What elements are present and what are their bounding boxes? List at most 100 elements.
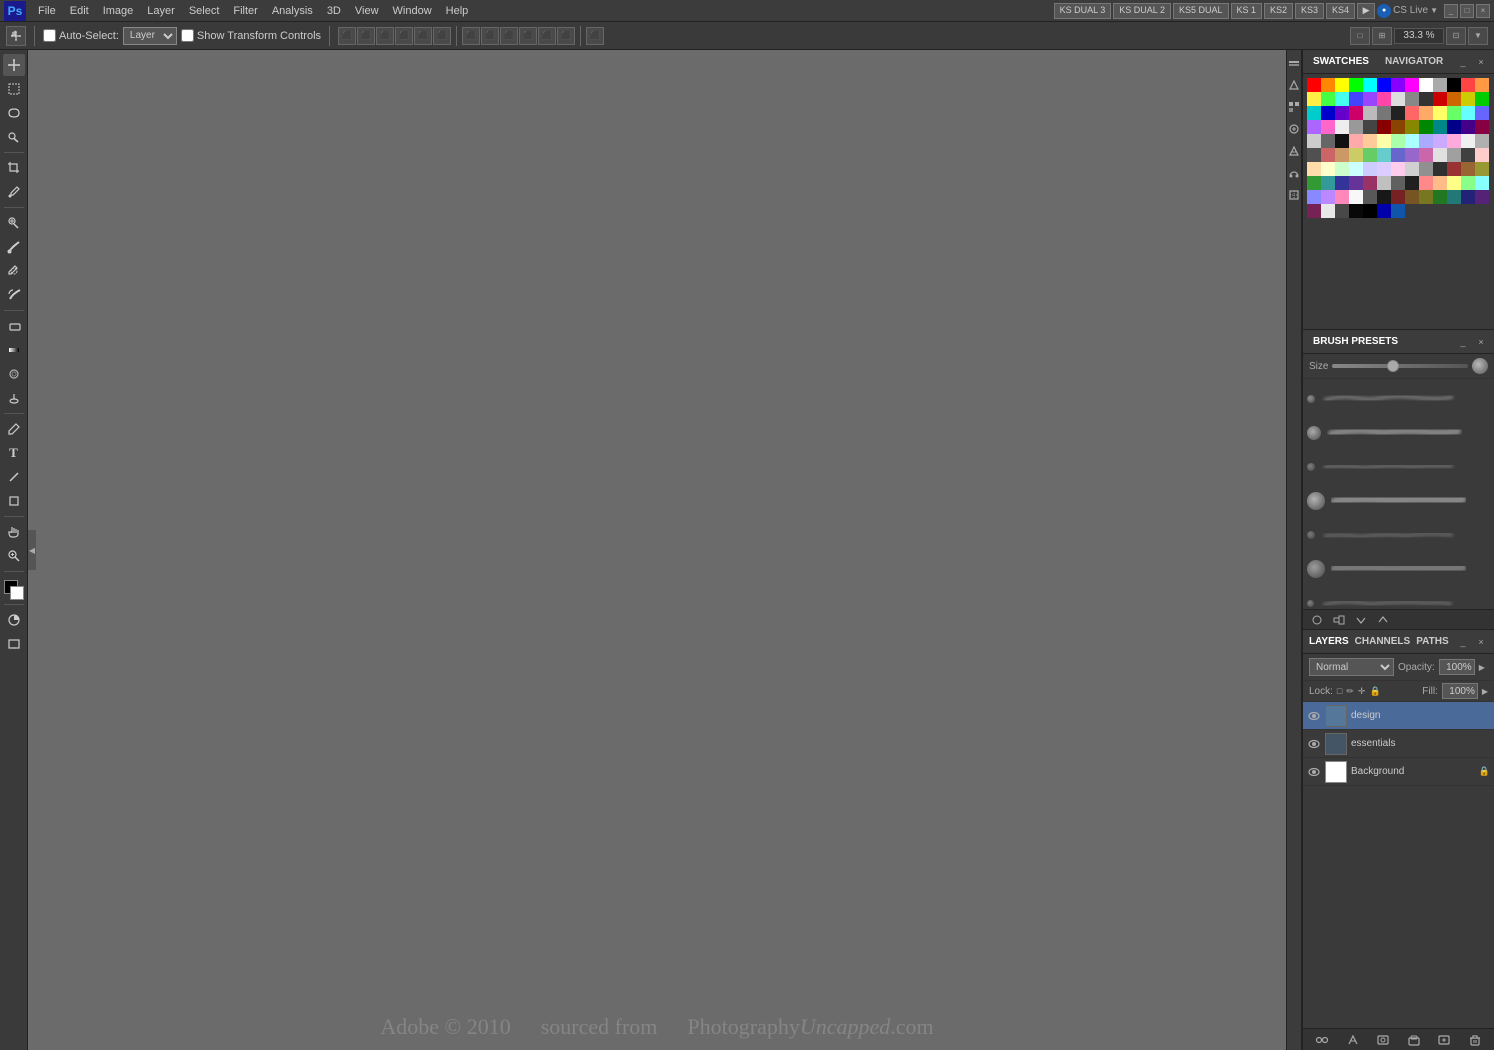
color-swatch[interactable] <box>1349 78 1363 92</box>
layers-foot-group[interactable] <box>1405 1031 1423 1049</box>
color-swatch[interactable] <box>1363 120 1377 134</box>
workspace-btn-ks3[interactable]: KS3 <box>1295 3 1324 19</box>
color-swatch[interactable] <box>1307 204 1321 218</box>
tool-marquee[interactable] <box>3 78 25 100</box>
menu-analysis[interactable]: Analysis <box>266 3 319 19</box>
color-swatch[interactable] <box>1447 176 1461 190</box>
color-swatch[interactable] <box>1447 134 1461 148</box>
layer-item[interactable]: essentials <box>1303 730 1494 758</box>
color-swatch[interactable] <box>1447 162 1461 176</box>
tool-gradient[interactable] <box>3 339 25 361</box>
color-swatch[interactable] <box>1335 204 1349 218</box>
color-swatch[interactable] <box>1335 78 1349 92</box>
color-swatch[interactable] <box>1335 162 1349 176</box>
workspace-btn-ksdual3[interactable]: KS DUAL 3 <box>1054 3 1112 19</box>
color-swatch[interactable] <box>1461 148 1475 162</box>
color-swatch[interactable] <box>1419 162 1433 176</box>
color-swatch[interactable] <box>1321 176 1335 190</box>
layers-foot-fx[interactable] <box>1344 1031 1362 1049</box>
color-swatch[interactable] <box>1475 148 1489 162</box>
tool-text[interactable]: T <box>3 442 25 464</box>
layers-minimize[interactable]: _ <box>1456 635 1470 649</box>
color-swatch[interactable] <box>1377 120 1391 134</box>
color-swatch[interactable] <box>1419 190 1433 204</box>
color-swatch[interactable] <box>1363 190 1377 204</box>
align-center-v-btn[interactable]: ⬛ <box>414 27 432 45</box>
color-swatch[interactable] <box>1335 92 1349 106</box>
color-swatch[interactable] <box>1419 134 1433 148</box>
brush-size-thumb[interactable] <box>1387 360 1399 372</box>
color-swatch[interactable] <box>1391 190 1405 204</box>
right-icon-1[interactable] <box>1285 54 1303 72</box>
menu-file[interactable]: File <box>32 3 62 19</box>
color-swatch[interactable] <box>1391 134 1405 148</box>
tool-move[interactable] <box>3 54 25 76</box>
color-swatch[interactable] <box>1377 176 1391 190</box>
lock-move-icon[interactable]: ✛ <box>1358 686 1366 697</box>
color-swatch[interactable] <box>1307 190 1321 204</box>
layers-close[interactable]: × <box>1474 635 1488 649</box>
color-swatch[interactable] <box>1405 78 1419 92</box>
color-swatch[interactable] <box>1447 92 1461 106</box>
brush-footer-icon4[interactable] <box>1375 612 1391 628</box>
color-swatch[interactable] <box>1475 92 1489 106</box>
right-icon-3[interactable] <box>1285 98 1303 116</box>
color-swatch[interactable] <box>1461 134 1475 148</box>
snap-btn[interactable]: ⊡ <box>1446 27 1466 45</box>
workspace-more-btn[interactable]: ▶ <box>1357 3 1375 19</box>
brush-footer-icon3[interactable] <box>1353 612 1369 628</box>
color-swatch[interactable] <box>1349 190 1363 204</box>
color-swatch[interactable] <box>1391 162 1405 176</box>
color-swatch[interactable] <box>1433 78 1447 92</box>
color-swatch[interactable] <box>1377 106 1391 120</box>
color-swatch[interactable] <box>1447 78 1461 92</box>
color-swatch[interactable] <box>1461 78 1475 92</box>
tab-layers[interactable]: LAYERS <box>1309 636 1349 647</box>
image-mode-btn[interactable]: □ <box>1350 27 1370 45</box>
distribute-top-btn[interactable]: ⬛ <box>519 27 537 45</box>
tool-lasso[interactable] <box>3 102 25 124</box>
color-swatch[interactable] <box>1363 92 1377 106</box>
color-swatch[interactable] <box>1419 176 1433 190</box>
distribute-left-btn[interactable]: ⬛ <box>462 27 480 45</box>
distribute-center-v-btn[interactable]: ⬛ <box>538 27 556 45</box>
color-swatch[interactable] <box>1335 190 1349 204</box>
tool-dodge[interactable] <box>3 387 25 409</box>
brush-list-item[interactable] <box>1307 485 1490 517</box>
brush-list-item[interactable] <box>1307 553 1490 585</box>
brush-list-item[interactable] <box>1307 587 1490 609</box>
color-swatch[interactable] <box>1335 148 1349 162</box>
color-swatch[interactable] <box>1307 106 1321 120</box>
tab-channels[interactable]: CHANNELS <box>1355 636 1411 647</box>
brush-preview-dot[interactable] <box>1472 358 1488 374</box>
color-swatch[interactable] <box>1321 162 1335 176</box>
color-swatch[interactable] <box>1335 120 1349 134</box>
background-color[interactable] <box>10 586 24 600</box>
layer-item[interactable]: Background🔒 <box>1303 758 1494 786</box>
fill-arrow[interactable]: ▶ <box>1482 687 1488 696</box>
brush-minimize[interactable]: _ <box>1456 335 1470 349</box>
color-swatch[interactable] <box>1307 120 1321 134</box>
color-swatch[interactable] <box>1391 106 1405 120</box>
workspace-btn-ks5dual[interactable]: KS5 DUAL <box>1173 3 1229 19</box>
brush-footer-icon1[interactable] <box>1309 612 1325 628</box>
color-swatch[interactable] <box>1349 134 1363 148</box>
color-swatch[interactable] <box>1349 106 1363 120</box>
color-swatch[interactable] <box>1377 92 1391 106</box>
tool-screen-mode[interactable] <box>3 633 25 655</box>
color-swatch[interactable] <box>1447 120 1461 134</box>
color-swatch[interactable] <box>1475 78 1489 92</box>
color-swatch[interactable] <box>1461 190 1475 204</box>
lock-pixels-icon[interactable]: □ <box>1337 686 1342 696</box>
color-swatch[interactable] <box>1433 162 1447 176</box>
swatches-minimize[interactable]: _ <box>1456 55 1470 69</box>
color-swatch[interactable] <box>1405 120 1419 134</box>
menu-image[interactable]: Image <box>97 3 140 19</box>
color-swatch[interactable] <box>1349 162 1363 176</box>
layer-visibility-icon[interactable] <box>1307 737 1321 751</box>
color-swatch[interactable] <box>1475 106 1489 120</box>
color-swatch[interactable] <box>1475 162 1489 176</box>
color-swatch[interactable] <box>1419 148 1433 162</box>
tab-navigator[interactable]: NAVIGATOR <box>1381 54 1447 69</box>
layer-visibility-icon[interactable] <box>1307 709 1321 723</box>
